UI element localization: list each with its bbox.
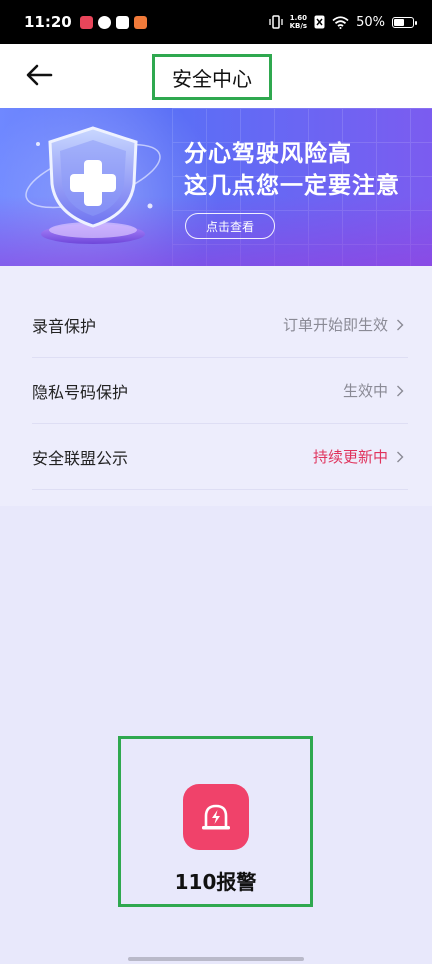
- list-item-recording-protection[interactable]: 录音保护 订单开始即生效: [32, 292, 408, 358]
- list-item-value: 订单开始即生效: [282, 316, 388, 334]
- list-item-value: 持续更新中: [312, 448, 388, 466]
- chevron-right-icon: [396, 450, 408, 464]
- list-item-label: 隐私号码保护: [32, 382, 129, 402]
- back-button[interactable]: [22, 58, 56, 92]
- app-notification-icon: [97, 15, 111, 29]
- battery-icon: [392, 16, 417, 28]
- banner-headline-line1: 分心驾驶风险高: [184, 141, 352, 167]
- list-item-label: 录音保护: [32, 316, 97, 336]
- notification-icons: [79, 15, 147, 29]
- page-title: 安全中心: [172, 66, 252, 91]
- network-speed: 1.60 KB/s: [290, 14, 307, 30]
- emergency-call-label: 110报警: [174, 870, 257, 894]
- safety-settings-list: 录音保护 订单开始即生效 隐私号码保护 生效中 安全联盟公示 持续更新中: [0, 266, 432, 506]
- list-item-value: 生效中: [342, 382, 388, 400]
- list-item-safety-alliance[interactable]: 安全联盟公示 持续更新中: [32, 424, 408, 490]
- mail-notification-icon: [115, 15, 129, 29]
- list-item-privacy-number[interactable]: 隐私号码保护 生效中: [32, 358, 408, 424]
- shield-plus-icon: [25, 126, 161, 244]
- banner-headline: 分心驾驶风险高 这几点您一定要注意: [184, 138, 400, 202]
- arrow-left-icon: [26, 64, 53, 86]
- page-header: 安全中心: [0, 44, 432, 108]
- view-details-button[interactable]: 点击查看: [185, 213, 275, 239]
- safety-banner[interactable]: 分心驾驶风险高 这几点您一定要注意: [0, 108, 432, 266]
- alarm-siren-icon: [202, 804, 230, 830]
- wifi-icon: [332, 15, 349, 29]
- emergency-call-button[interactable]: [183, 784, 249, 850]
- network-speed-unit: KB/s: [289, 22, 308, 30]
- chevron-right-icon: [396, 384, 408, 398]
- app-notification-icon: [133, 15, 147, 29]
- network-speed-value: 1.60: [289, 14, 307, 22]
- home-indicator[interactable]: [128, 957, 304, 961]
- vibrate-icon: [268, 15, 283, 29]
- status-time: 11:20: [24, 13, 72, 31]
- banner-headline-line2: 这几点您一定要注意: [184, 173, 400, 199]
- list-item-label: 安全联盟公示: [32, 448, 129, 468]
- app-notification-icon: [79, 15, 93, 29]
- page-title-container: 安全中心: [152, 54, 272, 100]
- chevron-right-icon: [396, 318, 408, 332]
- status-bar: 11:20 1.60 KB/s 50%: [0, 0, 432, 44]
- battery-percent: 50%: [356, 14, 385, 30]
- sim-icon: [314, 15, 325, 29]
